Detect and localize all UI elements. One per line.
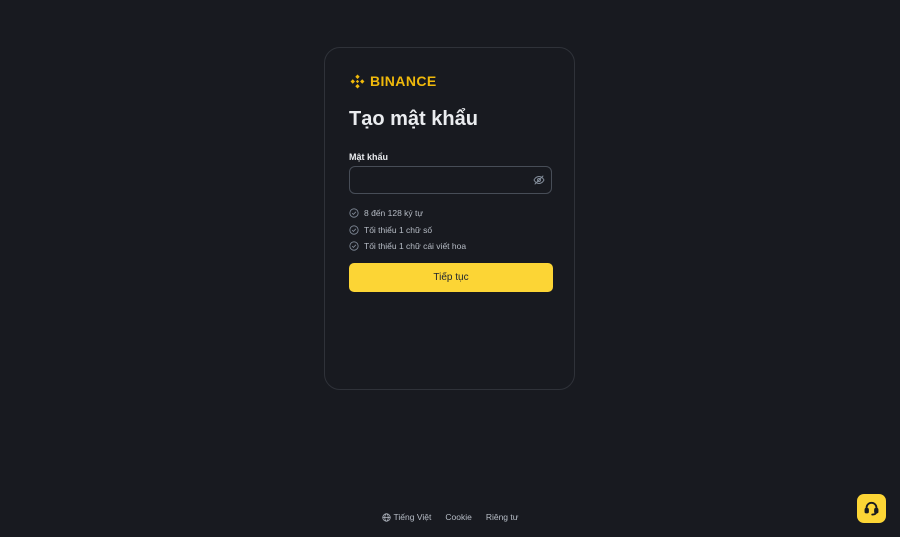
password-input[interactable] (358, 167, 528, 193)
check-circle-icon (349, 225, 359, 235)
brand-name: BINANCE (370, 73, 437, 89)
language-selector[interactable]: Tiếng Việt (381, 512, 432, 522)
rule-text: Tối thiểu 1 chữ số (364, 224, 433, 235)
footer: Tiếng Việt Cookie Riêng tư (0, 510, 900, 524)
binance-logo-icon (350, 74, 365, 88)
rule-uppercase: Tối thiểu 1 chữ cái viết hoa (349, 238, 466, 255)
check-circle-icon (349, 208, 359, 218)
language-label: Tiếng Việt (393, 512, 432, 522)
support-chat-button[interactable] (857, 494, 886, 523)
cookie-link[interactable]: Cookie (445, 512, 471, 522)
password-field-wrapper (349, 166, 552, 194)
continue-button[interactable]: Tiếp tục (349, 263, 553, 292)
page: BINANCE Tạo mật khẩu Mật khẩu 8 đến 128 … (0, 0, 900, 537)
headset-icon (864, 501, 879, 516)
rule-digit: Tối thiểu 1 chữ số (349, 222, 466, 239)
password-rules: 8 đến 128 ký tự Tối thiểu 1 chữ số Tối t… (349, 205, 466, 255)
page-title: Tạo mật khẩu (349, 108, 478, 130)
binance-logo[interactable]: BINANCE (349, 72, 437, 90)
rule-length: 8 đến 128 ký tự (349, 205, 466, 222)
check-circle-icon (349, 241, 359, 251)
rule-text: 8 đến 128 ký tự (364, 208, 424, 219)
privacy-link[interactable]: Riêng tư (486, 512, 519, 522)
eye-off-icon[interactable] (533, 174, 545, 186)
rule-text: Tối thiểu 1 chữ cái viết hoa (364, 241, 467, 252)
create-password-card: BINANCE Tạo mật khẩu Mật khẩu 8 đến 128 … (324, 47, 575, 390)
password-label: Mật khẩu (349, 152, 389, 162)
globe-icon (381, 512, 391, 522)
